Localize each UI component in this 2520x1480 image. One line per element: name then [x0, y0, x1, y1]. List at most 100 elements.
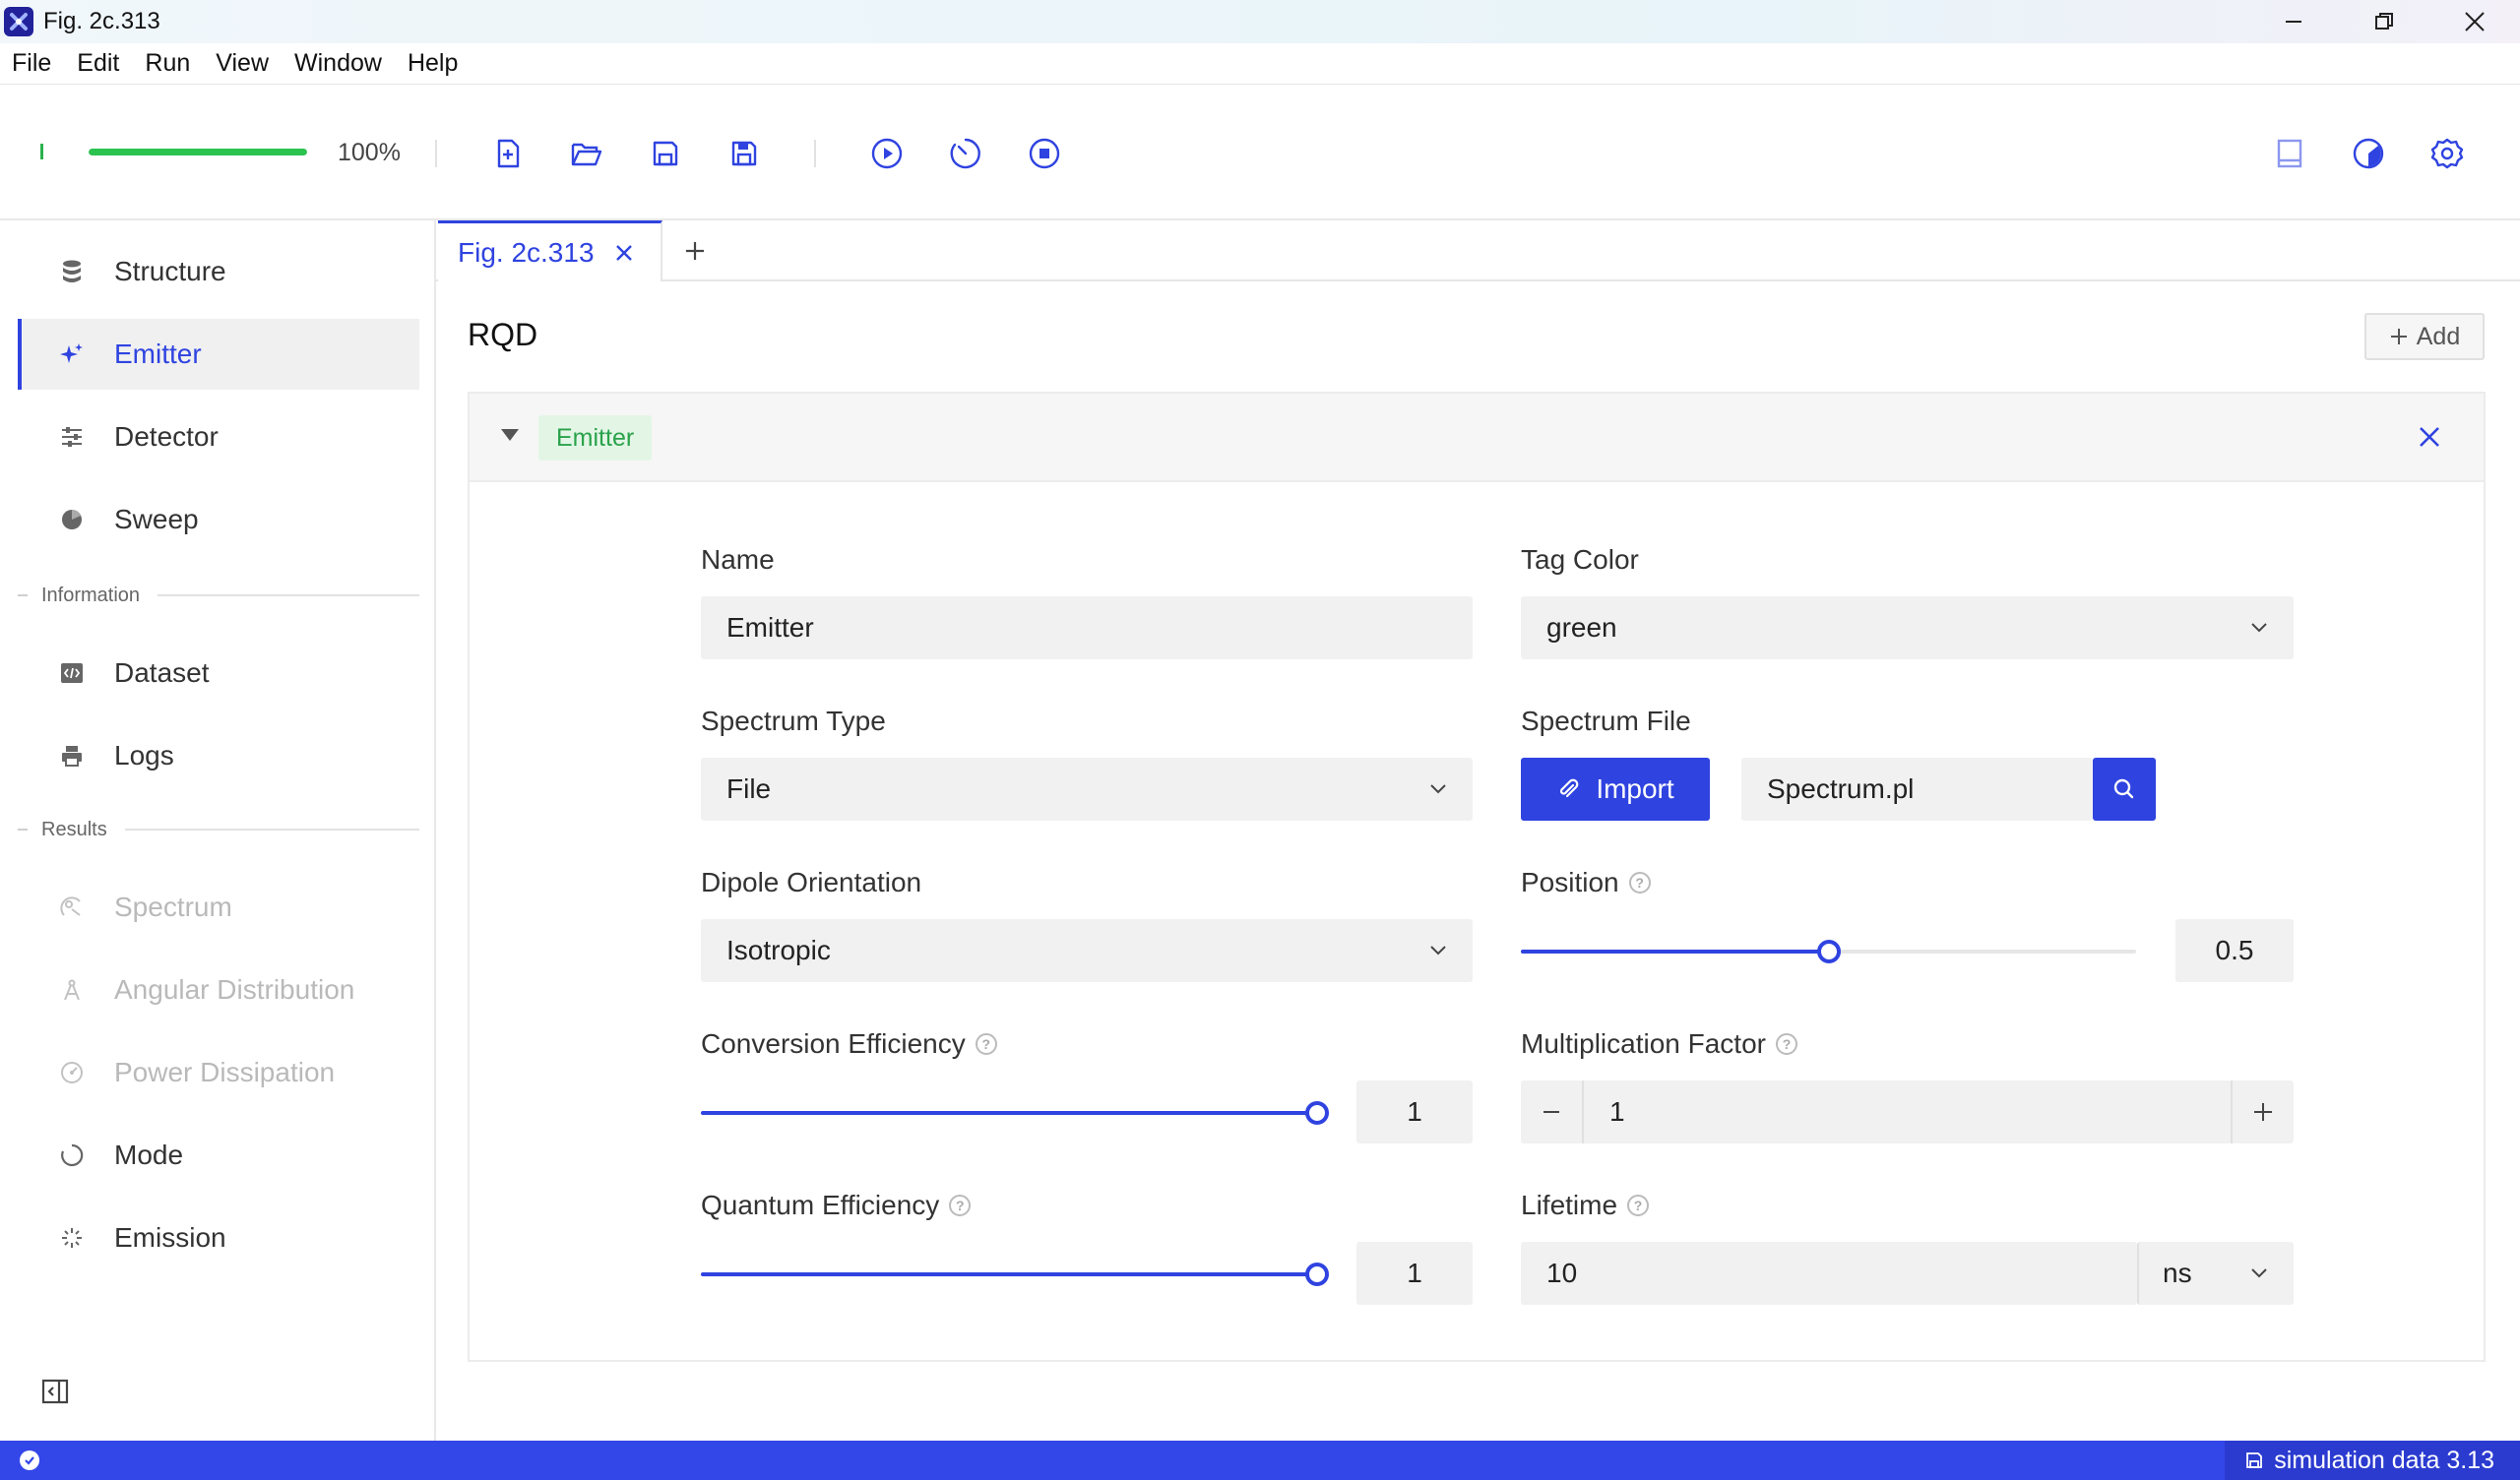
sidebar-item-angular-distribution[interactable]: Angular Distribution	[18, 955, 419, 1025]
name-input[interactable]: Emitter	[701, 596, 1473, 659]
run-button[interactable]	[867, 134, 907, 173]
save-as-button[interactable]	[724, 134, 764, 173]
menu-view[interactable]: View	[216, 49, 269, 78]
browse-file-button[interactable]	[2093, 758, 2156, 821]
tab-label: Fig. 2c.313	[458, 236, 595, 268]
help-icon[interactable]: ?	[1775, 1033, 1797, 1055]
pie-icon	[57, 505, 87, 534]
chevron-down-icon	[1430, 946, 1446, 956]
check-circle-icon	[20, 1450, 39, 1470]
quantum-efficiency-input[interactable]: 1	[1356, 1242, 1473, 1305]
remove-emitter-button[interactable]	[2417, 424, 2444, 452]
help-icon[interactable]: ?	[975, 1033, 997, 1055]
compass-icon	[57, 975, 87, 1005]
database-icon	[57, 257, 87, 286]
tab-bar: Fig. 2c.313	[436, 220, 2520, 281]
help-icon[interactable]: ?	[1628, 872, 1651, 894]
sidebar-item-label: Structure	[114, 256, 226, 286]
lifetime-input[interactable]: 10	[1521, 1242, 2137, 1305]
burst-icon	[57, 1223, 87, 1253]
menu-window[interactable]: Window	[294, 49, 382, 78]
sidebar-item-label: Dataset	[114, 657, 210, 688]
sliders-icon	[57, 422, 87, 452]
sidebar-item-structure[interactable]: Structure	[18, 236, 419, 307]
menu-bar: File Edit Run View Window Help	[0, 43, 2520, 85]
conversion-efficiency-input[interactable]: 1	[1356, 1080, 1473, 1143]
lifetime-unit-select[interactable]: ns	[2137, 1242, 2294, 1305]
menu-run[interactable]: Run	[145, 49, 190, 78]
add-button[interactable]: Add	[2364, 313, 2485, 360]
conversion-efficiency-slider[interactable]	[701, 1100, 1329, 1126]
collapse-sidebar-button[interactable]	[41, 1378, 71, 1407]
section-title: Results	[41, 818, 107, 840]
sidebar-item-label: Detector	[114, 421, 219, 452]
menu-edit[interactable]: Edit	[77, 49, 119, 78]
new-file-button[interactable]	[488, 134, 528, 173]
save-button[interactable]	[646, 134, 685, 173]
tab-close-button[interactable]	[612, 241, 636, 265]
sidebar-item-dataset[interactable]: Dataset	[18, 638, 419, 709]
minimize-button[interactable]	[2248, 0, 2339, 43]
sidebar-item-label: Mode	[114, 1140, 184, 1170]
name-label: Name	[701, 544, 775, 575]
sidebar-item-spectrum[interactable]: Spectrum	[18, 872, 419, 943]
help-icon[interactable]: ?	[949, 1195, 972, 1216]
sparkles-icon	[57, 339, 87, 369]
spectrum-file-input[interactable]: Spectrum.pl	[1741, 758, 2093, 821]
printer-icon	[57, 741, 87, 771]
slider-handle[interactable]	[1816, 940, 1841, 963]
status-project-info[interactable]: simulation data 3.13	[2225, 1441, 2520, 1480]
spectrum-type-select[interactable]: File	[701, 758, 1473, 821]
sidebar-item-sweep[interactable]: Sweep	[18, 484, 419, 555]
stop-button[interactable]	[1025, 134, 1064, 173]
spectrum-file-label: Spectrum File	[1521, 706, 1691, 736]
section-divider	[158, 594, 419, 596]
timer-button[interactable]	[946, 134, 985, 173]
quantum-efficiency-slider[interactable]	[701, 1262, 1329, 1287]
gauge-icon	[57, 1058, 87, 1087]
sidebar-item-power-dissipation[interactable]: Power Dissipation	[18, 1037, 419, 1108]
sidebar-item-detector[interactable]: Detector	[18, 401, 419, 472]
tab-fig[interactable]: Fig. 2c.313	[438, 220, 662, 281]
add-tab-button[interactable]	[680, 236, 710, 266]
settings-button[interactable]	[2427, 134, 2467, 173]
window-title: Fig. 2c.313	[43, 8, 160, 34]
sidebar-item-label: Angular Distribution	[114, 974, 355, 1005]
plus-icon	[686, 242, 704, 260]
sidebar-item-mode[interactable]: Mode	[18, 1120, 419, 1191]
menu-help[interactable]: Help	[408, 49, 458, 78]
restore-button[interactable]	[2339, 0, 2429, 43]
decrement-button[interactable]	[1521, 1080, 1584, 1143]
menu-file[interactable]: File	[12, 49, 51, 78]
theme-button[interactable]	[2349, 134, 2388, 173]
open-folder-button[interactable]	[567, 134, 606, 173]
spectrum-icon	[57, 893, 87, 922]
section-title: Information	[41, 584, 141, 606]
position-slider[interactable]	[1521, 939, 2136, 964]
import-button[interactable]: Import	[1521, 758, 1710, 821]
increment-button[interactable]	[2231, 1080, 2294, 1143]
close-window-button[interactable]	[2429, 0, 2520, 43]
circle-icon	[57, 1141, 87, 1170]
sidebar-item-label: Power Dissipation	[114, 1057, 336, 1087]
multiplication-factor-stepper[interactable]: 1	[1521, 1080, 2294, 1143]
help-icon[interactable]: ?	[1627, 1195, 1650, 1216]
tag-color-select[interactable]: green	[1521, 596, 2294, 659]
gear-icon	[2430, 138, 2464, 169]
timer-icon	[950, 138, 980, 169]
spectrum-type-label: Spectrum Type	[701, 706, 886, 736]
sidebar-item-emitter[interactable]: Emitter	[18, 319, 419, 390]
slider-handle[interactable]	[1305, 1263, 1329, 1286]
slider-handle[interactable]	[1305, 1101, 1329, 1125]
book-button[interactable]	[2270, 134, 2309, 173]
position-input[interactable]: 0.5	[2175, 919, 2294, 982]
sidebar-item-label: Emitter	[114, 339, 202, 369]
sidebar-item-logs[interactable]: Logs	[18, 720, 419, 791]
plus-icon	[2254, 1103, 2272, 1121]
save-as-icon	[731, 141, 757, 166]
collapse-caret-icon[interactable]	[501, 429, 519, 441]
dipole-orientation-select[interactable]: Isotropic	[701, 919, 1473, 982]
chevron-down-icon	[1430, 784, 1446, 794]
book-icon	[2277, 139, 2302, 168]
sidebar-item-emission[interactable]: Emission	[18, 1202, 419, 1273]
